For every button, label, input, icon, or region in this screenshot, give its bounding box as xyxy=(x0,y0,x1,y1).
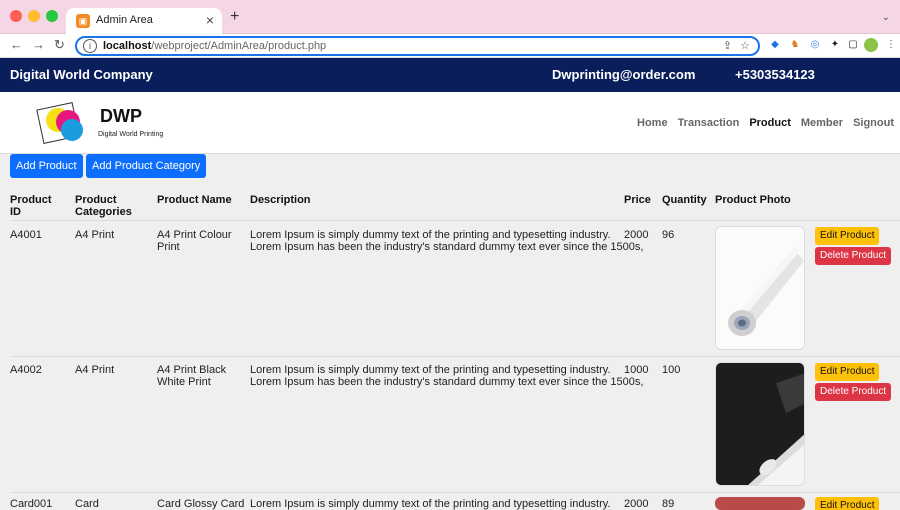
delete-product-button[interactable]: Delete Product xyxy=(815,383,892,401)
add-product-button[interactable]: Add Product xyxy=(10,154,83,178)
header-product-id: Product ID xyxy=(10,194,52,218)
logo-title: DWP xyxy=(100,106,142,126)
cell-price: 2000 xyxy=(624,498,649,510)
dwp-logo[interactable]: DWP Digital World Printing xyxy=(36,98,176,148)
header-price: Price xyxy=(624,194,651,206)
cell-product-id: A4002 xyxy=(10,364,42,376)
browser-tab[interactable]: ▣ Admin Area × xyxy=(66,8,222,34)
row-divider xyxy=(10,492,900,493)
reload-icon[interactable]: ↻ xyxy=(54,37,65,53)
menu-kebab-icon[interactable]: ⋮ xyxy=(884,38,898,52)
chevron-down-icon[interactable]: ⌄ xyxy=(882,12,890,23)
sidebar-panel-icon[interactable]: ▢ xyxy=(846,38,860,52)
cell-product-id: Card001 xyxy=(10,498,53,510)
header-product-photo: Product Photo xyxy=(715,194,791,206)
url-input[interactable]: i localhost/webproject/AdminArea/product… xyxy=(75,36,760,56)
tab-title: Admin Area xyxy=(96,14,153,26)
row-divider xyxy=(10,220,900,221)
close-window-button[interactable] xyxy=(10,10,22,22)
contact-phone: +5303534123 xyxy=(735,67,815,82)
profile-avatar-icon[interactable] xyxy=(864,38,878,52)
logo-graphic-icon xyxy=(36,102,83,144)
delete-product-button[interactable]: Delete Product xyxy=(815,247,892,265)
product-photo xyxy=(715,226,805,350)
nav-transaction[interactable]: Transaction xyxy=(678,117,740,129)
cell-product-id: A4001 xyxy=(10,229,42,241)
nav-member[interactable]: Member xyxy=(801,117,843,129)
cell-category: Card xyxy=(75,498,99,510)
product-page: Add Product Add Product Category Product… xyxy=(0,154,900,510)
favicon-icon: ▣ xyxy=(76,14,90,28)
cell-description: Lorem Ipsum is simply dummy text of the … xyxy=(250,229,644,253)
company-name: Digital World Company xyxy=(10,67,153,82)
edit-product-button[interactable]: Edit Product xyxy=(815,363,880,381)
edit-product-button[interactable]: Edit Product xyxy=(815,227,880,245)
extension-shield-icon[interactable]: ◆ xyxy=(768,38,782,52)
site-navbar: DWP Digital World Printing Home Transact… xyxy=(0,92,900,154)
maximize-window-button[interactable] xyxy=(46,10,58,22)
cell-quantity: 100 xyxy=(662,364,681,376)
header-product-categories: Product Categories xyxy=(75,194,132,218)
header-quantity: Quantity xyxy=(662,194,707,206)
edit-product-button[interactable]: Edit Product xyxy=(815,497,880,510)
share-icon[interactable]: ⇪ xyxy=(723,39,732,52)
cell-category: A4 Print xyxy=(75,229,115,241)
product-photo xyxy=(715,497,805,510)
cell-category: A4 Print xyxy=(75,364,115,376)
cell-description: Lorem Ipsum is simply dummy text of the … xyxy=(250,364,644,388)
address-bar: ← → ↻ i localhost/webproject/AdminArea/p… xyxy=(0,34,900,58)
cell-description: Lorem Ipsum is simply dummy text of the … xyxy=(250,498,611,510)
minimize-window-button[interactable] xyxy=(28,10,40,22)
cell-price: 2000 xyxy=(624,229,649,241)
browser-tab-bar: ▣ Admin Area × + ⌄ xyxy=(0,0,900,34)
product-photo xyxy=(715,362,805,486)
site-info-icon[interactable]: i xyxy=(83,39,97,53)
extension-globe-icon[interactable]: ◎ xyxy=(808,38,822,52)
nav-signout[interactable]: Signout xyxy=(853,117,894,129)
header-description: Description xyxy=(250,194,311,206)
nav-home[interactable]: Home xyxy=(637,117,668,129)
cell-price: 1000 xyxy=(624,364,649,376)
header-product-name: Product Name xyxy=(157,194,232,206)
forward-arrow-icon[interactable]: → xyxy=(32,37,45,53)
cell-product-name: A4 Print Colour Print xyxy=(157,229,232,253)
main-nav: Home Transaction Product Member Signout xyxy=(637,117,894,129)
add-product-category-button[interactable]: Add Product Category xyxy=(86,154,207,178)
new-tab-button[interactable]: + xyxy=(230,9,239,25)
bookmark-star-icon[interactable]: ☆ xyxy=(740,39,750,52)
cell-product-name: Card Glossy Card xyxy=(157,498,245,510)
url-text: localhost/webproject/AdminArea/product.p… xyxy=(103,40,327,52)
logo-subtitle: Digital World Printing xyxy=(98,131,164,138)
cell-quantity: 89 xyxy=(662,498,675,510)
black-paper-roll-image xyxy=(716,363,804,485)
nav-product[interactable]: Product xyxy=(749,117,791,129)
row-divider xyxy=(10,356,900,357)
company-bar: Digital World Company Dwprinting@order.c… xyxy=(0,58,900,92)
contact-email: Dwprinting@order.com xyxy=(552,67,696,82)
back-arrow-icon[interactable]: ← xyxy=(10,37,23,53)
metamask-fox-icon[interactable]: ♞ xyxy=(788,38,802,52)
extensions-puzzle-icon[interactable]: ✦ xyxy=(828,38,842,52)
cell-product-name: A4 Print Black White Print xyxy=(157,364,227,388)
cell-quantity: 96 xyxy=(662,229,675,241)
tab-close-button[interactable]: × xyxy=(206,12,214,28)
paper-roll-image xyxy=(716,227,804,349)
